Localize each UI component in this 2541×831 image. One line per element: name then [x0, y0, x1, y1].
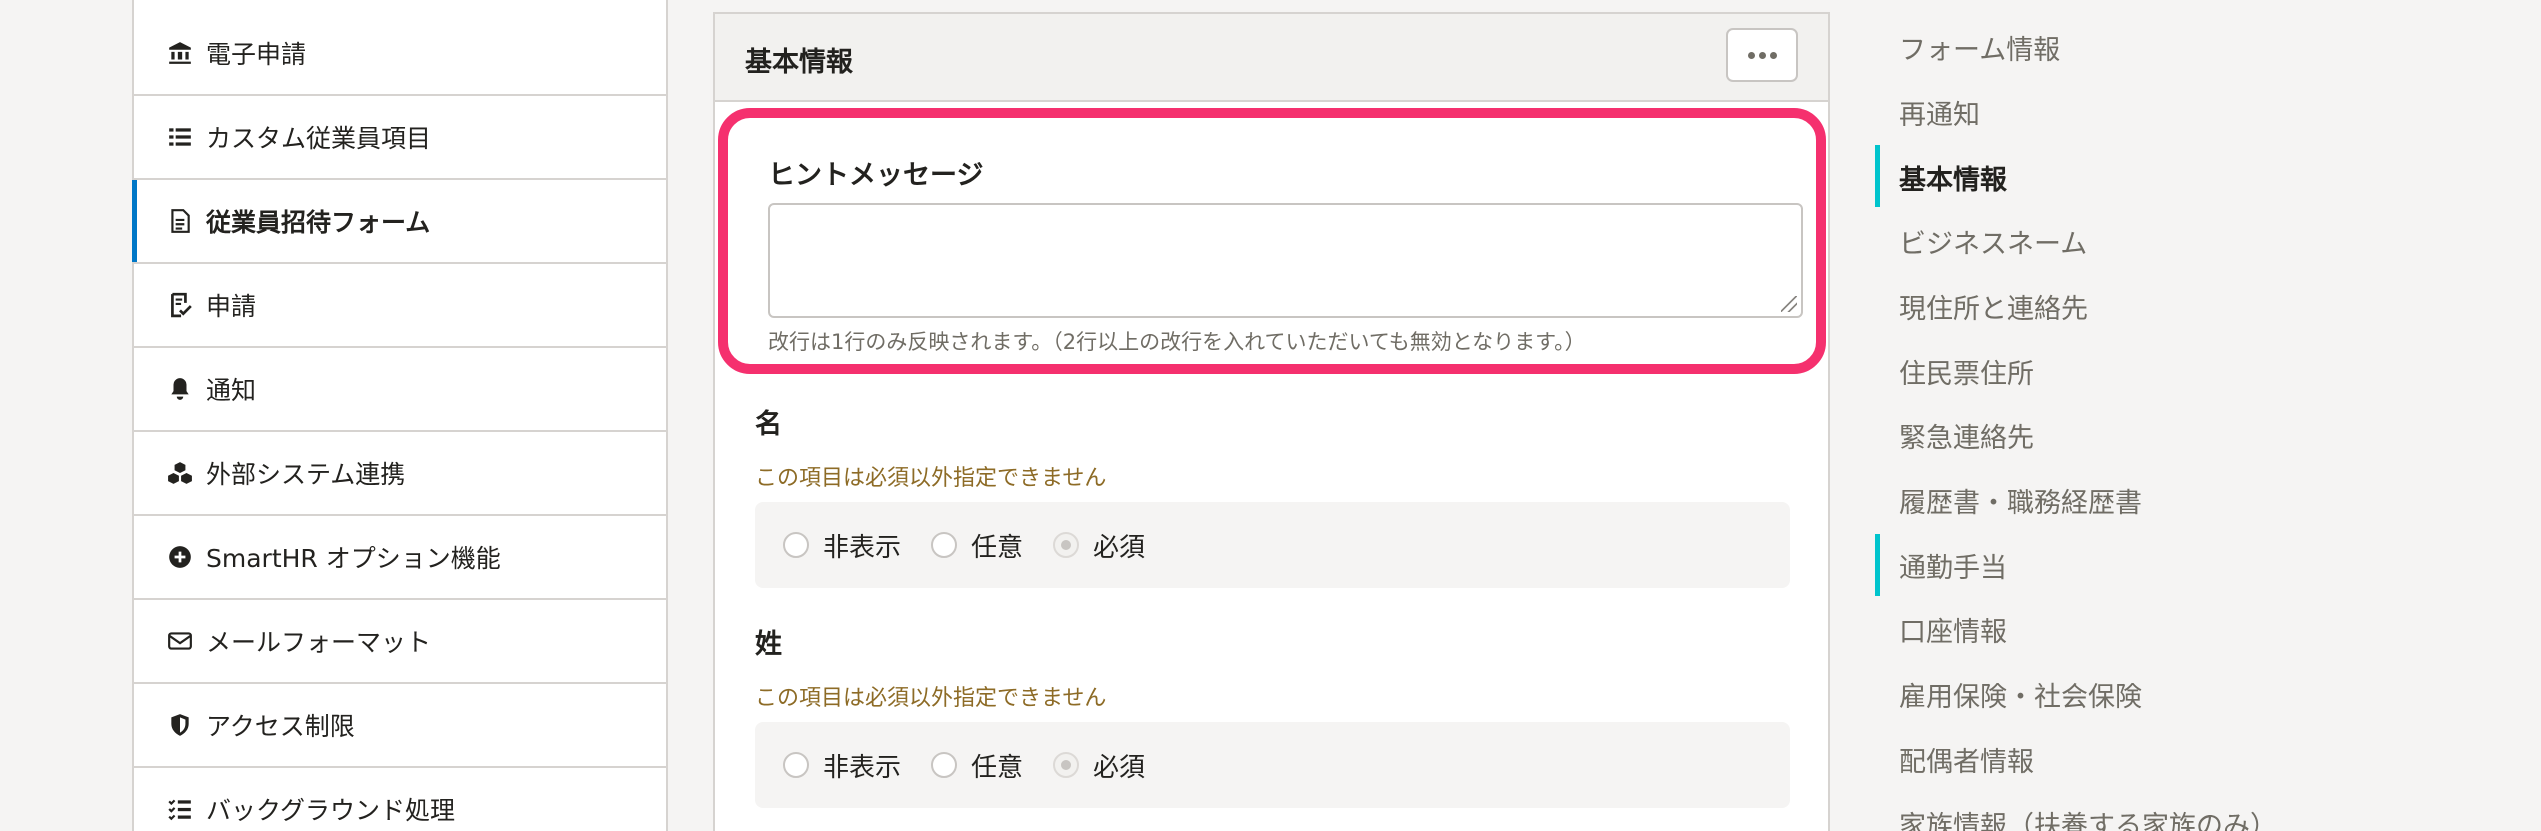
field-warning: この項目は必須以外指定できません: [755, 466, 1107, 491]
hint-message-highlight: ヒントメッセージ 改行は1行のみ反映されます。（2行以上の改行を入れていただいて…: [718, 108, 1826, 374]
toc-item-address[interactable]: 現住所と連絡先: [1899, 287, 2088, 326]
sidebar-item-label: カスタム従業員項目: [206, 124, 432, 153]
field-label-last-name: 姓: [755, 629, 782, 660]
toc-item-business-name[interactable]: ビジネスネーム: [1899, 222, 2087, 261]
ellipsis-icon: [1747, 51, 1755, 59]
radio-circle-checked: [1053, 532, 1080, 558]
bank-icon: [166, 39, 194, 67]
toc-item-insurance[interactable]: 雇用保険・社会保険: [1899, 675, 2142, 714]
sidebar-item-label: 電子申請: [206, 40, 307, 69]
radio-circle[interactable]: [931, 752, 958, 778]
sidebar-item-options[interactable]: SmartHR オプション機能: [134, 516, 666, 600]
hint-message-note: 改行は1行のみ反映されます。（2行以上の改行を入れていただいても無効となります。…: [768, 330, 1586, 354]
toc-item-resident-address[interactable]: 住民票住所: [1899, 352, 2034, 391]
sidebar-item-label: アクセス制限: [206, 712, 355, 741]
sidebar-item-mail-format[interactable]: メールフォーマット: [134, 600, 666, 684]
sidebar-item-label: メールフォーマット: [206, 628, 432, 657]
radio-required: 必須: [1053, 747, 1145, 784]
shield-icon: [166, 711, 194, 739]
list-icon: [166, 123, 194, 151]
sidebar-item-label: SmartHR オプション機能: [206, 544, 501, 573]
radio-hidden[interactable]: 非表示: [783, 527, 901, 564]
document-icon: [166, 207, 194, 235]
toc-item-bank-account[interactable]: 口座情報: [1899, 610, 2007, 649]
section-toc: フォーム情報 再通知 基本情報 ビジネスネーム 現住所と連絡先 住民票住所 緊急…: [1875, 0, 2541, 831]
toc-item-renotify[interactable]: 再通知: [1899, 93, 1980, 132]
last-name-visibility-radios: 非表示 任意 必須: [755, 722, 1790, 808]
sidebar-item-e-application[interactable]: 電子申請: [134, 12, 666, 96]
radio-circle[interactable]: [931, 532, 958, 558]
first-name-visibility-radios: 非表示 任意 必須: [755, 502, 1790, 588]
toc-active-marker: [1875, 145, 1880, 207]
settings-sidebar: 電子申請 カスタム従業員項目 従業員招待フォーム 申請 通知 外部システム連携: [132, 0, 668, 831]
radio-hidden[interactable]: 非表示: [783, 747, 901, 784]
bell-icon: [166, 375, 194, 403]
approval-icon: [166, 291, 194, 319]
sidebar-item-label: 通知: [206, 376, 257, 405]
sidebar-item-custom-fields[interactable]: カスタム従業員項目: [134, 96, 666, 180]
radio-optional[interactable]: 任意: [931, 527, 1023, 564]
toc-item-basic-info[interactable]: 基本情報: [1899, 158, 2007, 197]
more-options-button[interactable]: [1726, 28, 1798, 82]
radio-optional[interactable]: 任意: [931, 747, 1023, 784]
sidebar-item-external-systems[interactable]: 外部システム連携: [134, 432, 666, 516]
basic-info-panel: 基本情報 ヒントメッセージ 改行は1行のみ反映されます。（2行以上の改行を入れて…: [713, 12, 1830, 831]
cubes-icon: [166, 459, 194, 487]
radio-required: 必須: [1053, 527, 1145, 564]
resize-grip-icon[interactable]: [1781, 296, 1797, 312]
task-list-icon: [166, 795, 194, 823]
sidebar-item-invite-form[interactable]: 従業員招待フォーム: [132, 180, 666, 264]
radio-circle-checked: [1053, 752, 1080, 778]
hint-message-label: ヒントメッセージ: [768, 160, 984, 191]
plus-circle-icon: [166, 543, 194, 571]
hint-message-textarea[interactable]: [768, 203, 1803, 318]
sidebar-item-background-jobs[interactable]: バックグラウンド処理: [134, 768, 666, 831]
radio-circle[interactable]: [783, 752, 809, 778]
toc-item-form-info[interactable]: フォーム情報: [1899, 28, 2060, 67]
toc-item-spouse[interactable]: 配偶者情報: [1899, 740, 2034, 779]
sidebar-item-approval[interactable]: 申請: [134, 264, 666, 348]
sidebar-item-label: 申請: [206, 292, 257, 321]
panel-title: 基本情報: [745, 47, 853, 78]
sidebar-item-label: 外部システム連携: [206, 460, 406, 489]
sidebar-item-access-control[interactable]: アクセス制限: [134, 684, 666, 768]
sidebar-item-label: 従業員招待フォーム: [206, 208, 431, 237]
toc-marker: [1875, 534, 1880, 596]
radio-circle[interactable]: [783, 532, 809, 558]
field-label-first-name: 名: [755, 409, 782, 440]
toc-item-resume[interactable]: 履歴書・職務経歴書: [1899, 481, 2142, 520]
panel-header: 基本情報: [715, 14, 1828, 102]
envelope-icon: [166, 627, 194, 655]
toc-item-family[interactable]: 家族情報（扶養する家族のみ）: [1899, 804, 2277, 831]
toc-item-emergency-contact[interactable]: 緊急連絡先: [1899, 416, 2034, 455]
sidebar-item-notification[interactable]: 通知: [134, 348, 666, 432]
field-warning: この項目は必須以外指定できません: [755, 686, 1107, 711]
toc-item-commute[interactable]: 通勤手当: [1899, 546, 2007, 585]
sidebar-item-label: バックグラウンド処理: [206, 796, 456, 825]
